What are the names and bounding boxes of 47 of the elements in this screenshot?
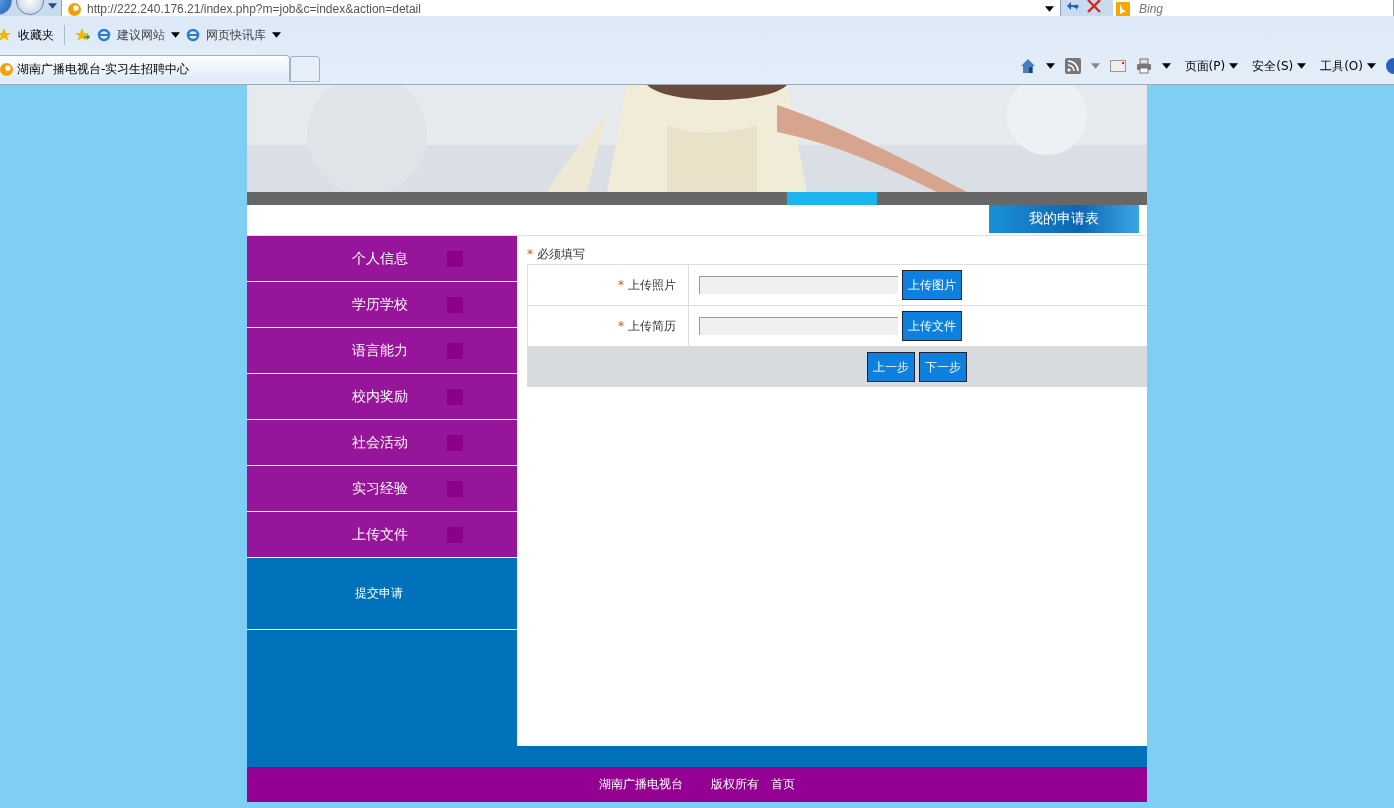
command-menu[interactable]: 工具(O): [1320, 57, 1363, 75]
caret-icon[interactable]: [1229, 63, 1239, 69]
upload-button[interactable]: 上传图片: [902, 270, 962, 300]
file-path-field[interactable]: [699, 317, 898, 335]
nav-item[interactable]: 实习经验: [247, 466, 517, 512]
nav-item[interactable]: 上传文件: [247, 512, 517, 558]
upload-button[interactable]: 上传文件: [902, 311, 962, 341]
caret-icon[interactable]: [1367, 63, 1376, 69]
file-path-field[interactable]: [699, 276, 898, 294]
add-favorite-icon[interactable]: [75, 28, 91, 43]
address-bar[interactable]: http://222.240.176.21/index.php?m=job&c=index&action=detail: [61, 0, 1061, 17]
caret-icon[interactable]: [1297, 63, 1307, 69]
star-icon: [0, 28, 12, 43]
header-tab[interactable]: 我的申请表: [989, 205, 1139, 233]
footer-link[interactable]: 版权所有: [711, 776, 759, 793]
feed-icon[interactable]: [1064, 58, 1081, 74]
favorites-link[interactable]: 网页快讯库: [206, 26, 266, 44]
nav-item[interactable]: 个人信息: [247, 236, 517, 282]
footer-link[interactable]: 湖南广播电视台: [599, 776, 683, 793]
step-button[interactable]: 下一步: [919, 352, 967, 382]
home-icon[interactable]: [1019, 58, 1036, 74]
command-menu[interactable]: 安全(S): [1252, 57, 1294, 75]
nav-item[interactable]: 学历学校: [247, 282, 517, 328]
favorites-button[interactable]: 收藏夹: [18, 26, 54, 44]
caret-icon[interactable]: [1161, 63, 1171, 69]
browser-page-icon[interactable]: [97, 28, 111, 43]
printer-icon[interactable]: [1135, 58, 1152, 74]
nav-item[interactable]: 校内奖励: [247, 374, 517, 420]
caret-icon[interactable]: [272, 32, 281, 39]
nav-item[interactable]: 语言能力: [247, 328, 517, 374]
caret-icon[interactable]: [171, 32, 180, 39]
site-icon: [68, 2, 81, 16]
step-button[interactable]: 上一步: [867, 352, 915, 382]
favorites-link[interactable]: 建议网站: [117, 26, 165, 44]
search-field[interactable]: Bing: [1133, 0, 1394, 17]
command-menu[interactable]: 页面(P): [1184, 57, 1226, 75]
field-label: * 上传照片: [527, 265, 689, 305]
close-icon[interactable]: [1085, 0, 1101, 14]
required-note: * 必须填写: [527, 246, 586, 263]
caret-icon[interactable]: [1045, 63, 1055, 69]
mail-icon[interactable]: [1109, 58, 1126, 74]
browser-tab[interactable]: 湖南广播电视台-实习生招聘中心: [0, 55, 290, 82]
nav-item[interactable]: 社会活动: [247, 420, 517, 466]
field-label: * 上传简历: [527, 306, 689, 346]
footer-link[interactable]: 首页: [771, 776, 795, 793]
caret-icon[interactable]: [1045, 6, 1054, 13]
browser-page-icon[interactable]: [186, 28, 200, 43]
